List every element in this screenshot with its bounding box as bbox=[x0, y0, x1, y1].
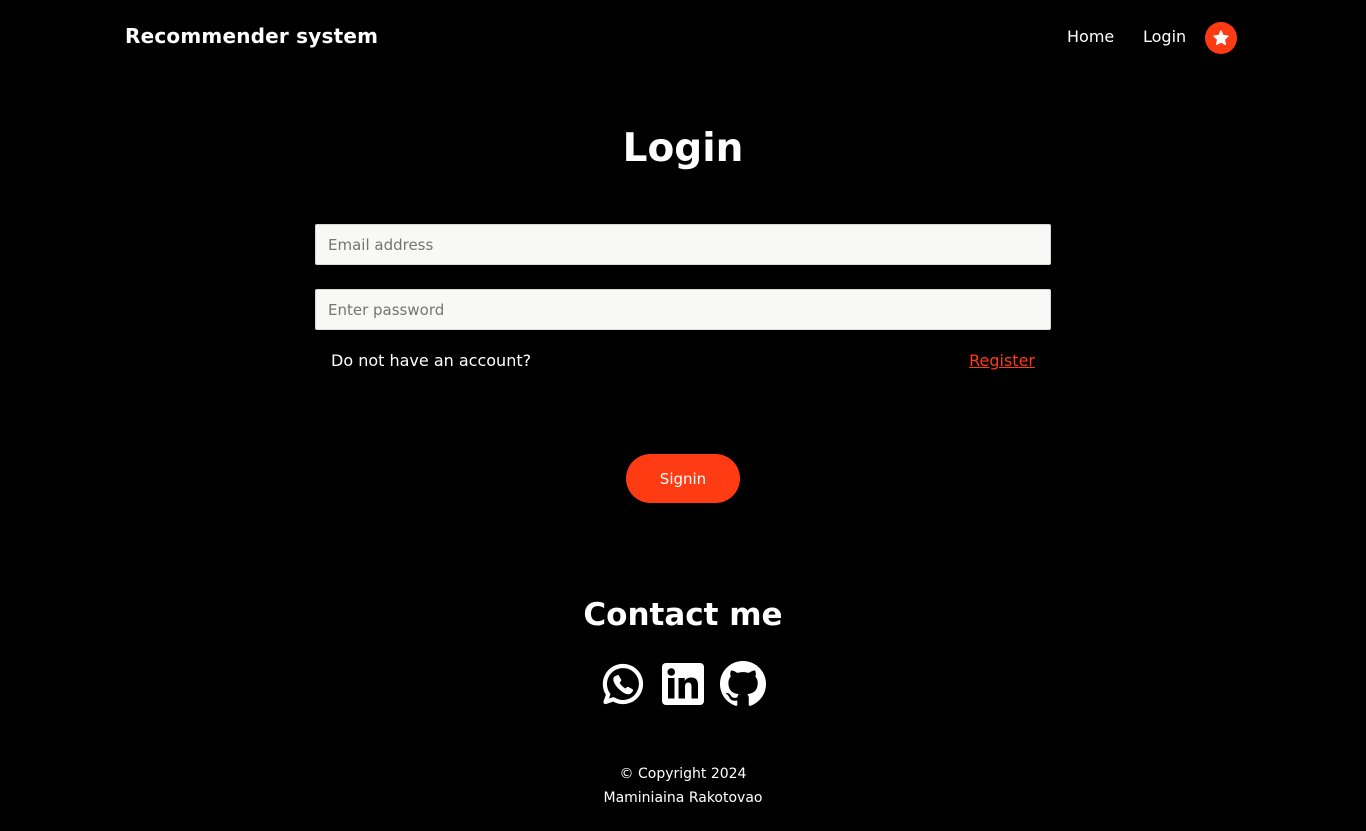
whatsapp-icon bbox=[602, 663, 644, 705]
nav-home-link[interactable]: Home bbox=[1067, 27, 1114, 46]
email-field[interactable] bbox=[315, 224, 1051, 265]
page-title: Login bbox=[622, 126, 744, 171]
star-icon bbox=[1213, 30, 1229, 46]
account-prompt: Do not have an account? bbox=[331, 351, 532, 370]
social-links bbox=[0, 661, 1366, 707]
brand-title[interactable]: Recommender system bbox=[125, 24, 378, 48]
linkedin-icon bbox=[662, 663, 704, 705]
author-name: Maminiaina Rakotovao bbox=[603, 790, 763, 806]
nav-login-link[interactable]: Login bbox=[1143, 27, 1186, 46]
footer: © Copyright 2024 Maminiaina Rakotovao bbox=[0, 762, 1366, 810]
github-icon bbox=[720, 661, 766, 706]
github-link[interactable] bbox=[720, 661, 766, 707]
favorites-button[interactable] bbox=[1205, 22, 1237, 54]
copyright-text: © Copyright 2024 bbox=[619, 766, 747, 782]
contact-title: Contact me bbox=[583, 597, 783, 633]
linkedin-link[interactable] bbox=[660, 661, 706, 707]
password-field[interactable] bbox=[315, 289, 1051, 330]
register-link[interactable]: Register bbox=[969, 351, 1035, 370]
navbar: Recommender system Home Login bbox=[0, 0, 1366, 76]
whatsapp-link[interactable] bbox=[600, 661, 646, 707]
signin-button[interactable]: Signin bbox=[626, 454, 740, 503]
